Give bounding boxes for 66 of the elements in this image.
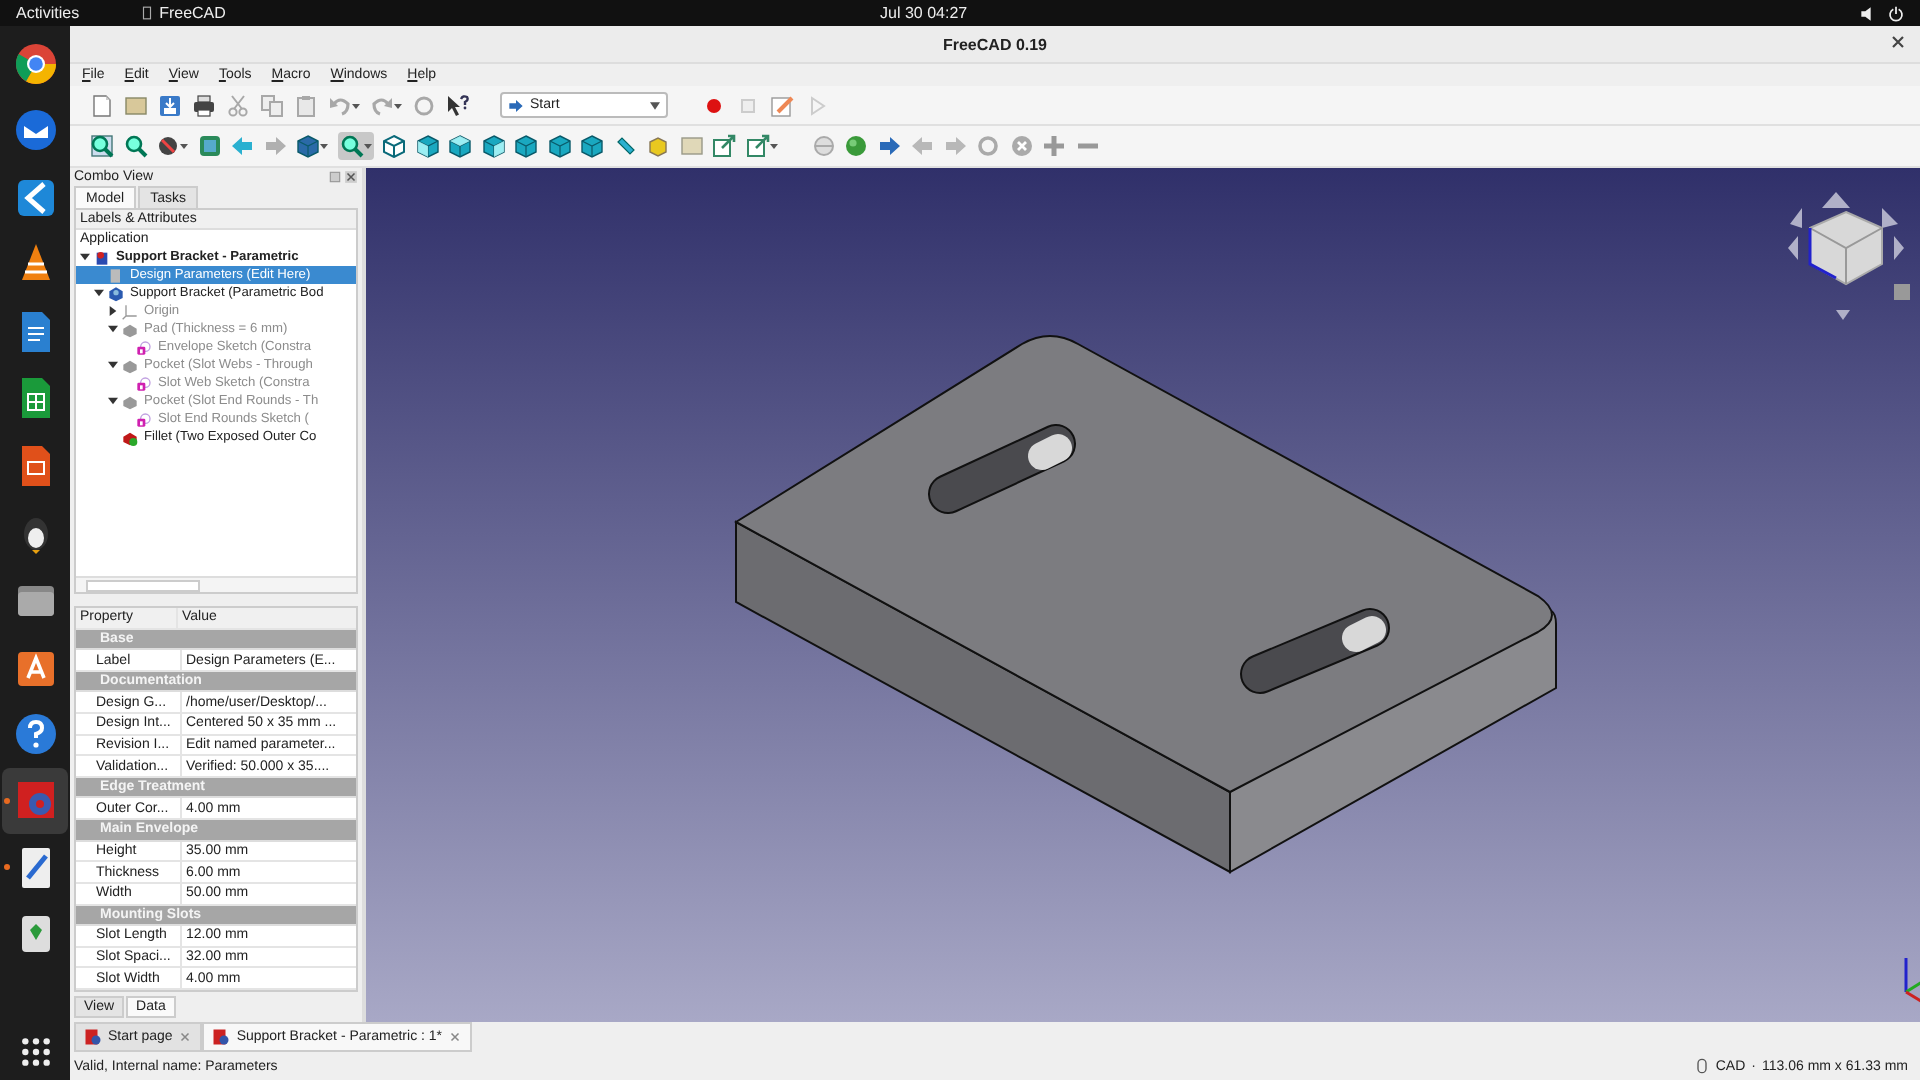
feature-tree-icon: [122, 357, 138, 373]
zoom-icon[interactable]: [123, 134, 147, 158]
body-tree-icon: [108, 285, 124, 301]
activities-button[interactable]: Activities: [16, 4, 80, 22]
arrow-icon: [508, 97, 524, 113]
app-menu-icon[interactable]: [139, 6, 154, 20]
sketch-tree-icon: [136, 375, 152, 391]
sketch-tree-icon: [136, 411, 152, 427]
sheet-tree-icon: [108, 267, 124, 283]
caret-icon[interactable]: [93, 288, 103, 298]
app-logo-icon: [84, 1028, 102, 1046]
views-icon[interactable]: [296, 134, 320, 158]
zoom-box-icon[interactable]: [339, 134, 363, 158]
folder-icon[interactable]: [124, 93, 148, 117]
caret-icon[interactable]: [107, 396, 117, 406]
right-view-icon[interactable]: [481, 134, 505, 158]
mouse-icon: [1693, 1058, 1710, 1074]
link-actions-icon[interactable]: [745, 134, 769, 158]
clock[interactable]: Jul 30 04:27: [880, 4, 968, 22]
ruler-icon[interactable]: [613, 134, 637, 158]
bottom-view-icon[interactable]: [547, 134, 571, 158]
bird-app-icon: [11, 106, 59, 155]
caret-icon[interactable]: [107, 324, 117, 334]
edit-macro-icon[interactable]: [770, 93, 794, 117]
right-arrow-icon[interactable]: [877, 134, 901, 158]
record-icon[interactable]: [702, 93, 726, 117]
save-icon[interactable]: [158, 93, 182, 117]
link-icon[interactable]: [712, 134, 736, 158]
axis-triad-icon: [1904, 958, 1920, 1006]
caret-icon: [650, 101, 660, 109]
navigation-cube-icon[interactable]: [1788, 192, 1910, 320]
horizontal-scrollbar[interactable]: [76, 576, 356, 592]
origin-tree-icon: [122, 303, 138, 319]
fillet-tree-icon: [122, 429, 138, 445]
caret-icon[interactable]: [79, 252, 89, 262]
app-grid-icon[interactable]: [19, 1036, 51, 1068]
close-icon[interactable]: [344, 170, 358, 184]
help-icon: [11, 709, 59, 758]
sketch-tree-icon: [136, 339, 152, 355]
bounding-box-icon[interactable]: [197, 134, 221, 158]
caret-icon[interactable]: [107, 360, 117, 370]
draw-style-icon[interactable]: [156, 134, 180, 158]
round-app-icon: [11, 39, 59, 88]
feature-tree-icon: [122, 321, 138, 337]
plus-icon[interactable]: [1042, 134, 1066, 158]
new-document-icon[interactable]: [90, 93, 114, 117]
close-icon[interactable]: [1888, 32, 1908, 52]
caret-icon[interactable]: [107, 306, 117, 316]
part-icon[interactable]: [646, 134, 670, 158]
fit-all-icon[interactable]: [90, 134, 114, 158]
printer-icon[interactable]: [192, 93, 216, 117]
window-title: FreeCAD 0.19: [942, 35, 1048, 53]
document-tree-icon: [94, 249, 110, 265]
left-view-icon[interactable]: [580, 134, 604, 158]
isometric-icon[interactable]: [382, 134, 406, 158]
globe-icon[interactable]: [844, 134, 868, 158]
help-pointer-icon[interactable]: [446, 93, 470, 117]
front-view-icon[interactable]: [415, 134, 439, 158]
rear-view-icon[interactable]: [514, 134, 538, 158]
app-logo-icon: [212, 1028, 231, 1046]
app-menu-label[interactable]: FreeCAD: [159, 4, 226, 22]
speaker-icon[interactable]: [1860, 5, 1876, 21]
top-view-icon[interactable]: [448, 134, 472, 158]
feature-tree-icon: [122, 393, 138, 409]
clipboard-icon[interactable]: [294, 93, 318, 117]
power-icon[interactable]: [1888, 5, 1904, 21]
